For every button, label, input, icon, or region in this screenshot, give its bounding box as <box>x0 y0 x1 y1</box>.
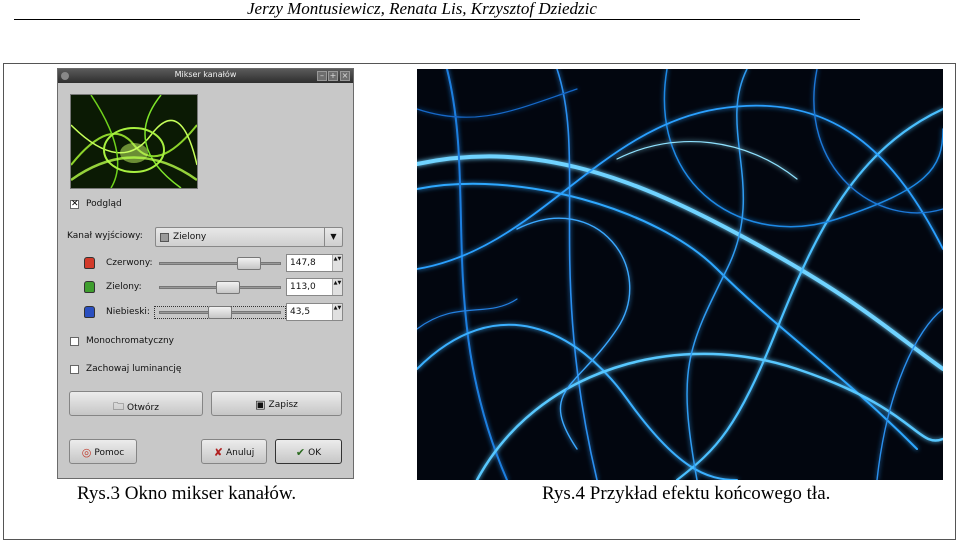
preserve-luminosity-checkbox[interactable] <box>70 365 79 374</box>
green-slider-thumb[interactable] <box>216 281 240 294</box>
floppy-disk-icon: ▣ <box>255 398 266 411</box>
ok-button-label: OK <box>308 448 322 458</box>
green-slider[interactable] <box>159 281 281 294</box>
help-button-label: Pomoc <box>94 448 125 458</box>
open-button[interactable]: 🗀 Otwórz <box>69 391 203 416</box>
channel-mixer-dialog: Mikser kanałów – + × ✕ Podgląd Kanał wyj… <box>57 68 354 479</box>
monochrome-label: Monochromatyczny <box>86 336 174 346</box>
caption-left: Rys.3 Okno mikser kanałów. <box>77 483 297 504</box>
green-spinbox[interactable]: 113,0 ▲▼ <box>286 278 343 296</box>
green-channel-label: Zielony: <box>106 282 142 292</box>
cancel-button-label: Anuluj <box>225 448 255 458</box>
save-button-label: Zapisz <box>268 400 298 410</box>
spin-arrows-icon[interactable]: ▲▼ <box>332 304 342 320</box>
help-button[interactable]: ◎ Pomoc <box>69 439 137 464</box>
red-channel-icon <box>84 257 95 269</box>
output-channel-label: Kanał wyjściowy: <box>67 231 143 241</box>
folder-open-icon: 🗀 <box>113 400 125 413</box>
header-rule <box>14 19 860 20</box>
cancel-button[interactable]: ✘ Anuluj <box>201 439 267 464</box>
blue-channel-label: Niebieski: <box>106 307 150 317</box>
spin-arrows-icon[interactable]: ▲▼ <box>332 255 342 271</box>
chevron-down-icon[interactable]: ▼ <box>324 228 342 246</box>
authors: Jerzy Montusiewicz, Renata Lis, Krzyszto… <box>247 0 597 18</box>
maximize-button[interactable]: + <box>328 71 338 81</box>
red-slider-thumb[interactable] <box>237 257 261 270</box>
monochrome-checkbox[interactable] <box>70 337 79 346</box>
ok-button[interactable]: ✔ OK <box>275 439 342 464</box>
red-channel-label: Czerwony: <box>106 258 153 268</box>
minimize-button[interactable]: – <box>317 71 327 81</box>
check-icon: ✔ <box>295 446 306 459</box>
final-background-image <box>417 69 943 480</box>
close-button[interactable]: × <box>340 71 350 81</box>
preview-image <box>70 94 198 189</box>
caption-right: Rys.4 Przykład efektu końcowego tła. <box>542 483 831 504</box>
blue-slider-thumb[interactable] <box>208 306 232 319</box>
blue-slider[interactable] <box>154 306 286 319</box>
red-value: 147,8 <box>290 258 316 268</box>
blue-channel-icon <box>84 306 95 318</box>
red-spinbox[interactable]: 147,8 ▲▼ <box>286 254 343 272</box>
page-header: Jerzy Montusiewicz, Renata Lis, Krzyszto… <box>0 0 960 20</box>
titlebar[interactable]: Mikser kanałów – + × <box>58 69 353 83</box>
output-channel-value: Zielony <box>173 232 207 242</box>
x-icon: ✘ <box>213 446 223 459</box>
blue-spinbox[interactable]: 43,5 ▲▼ <box>286 303 343 321</box>
save-button[interactable]: ▣ Zapisz <box>211 391 342 416</box>
green-value: 113,0 <box>290 282 316 292</box>
preview-checkbox[interactable]: ✕ <box>70 200 79 209</box>
preserve-luminosity-label: Zachowaj luminancję <box>86 364 182 374</box>
spin-arrows-icon[interactable]: ▲▼ <box>332 279 342 295</box>
open-button-label: Otwórz <box>127 403 159 413</box>
green-channel-icon <box>84 281 95 293</box>
window-title: Mikser kanałów <box>174 70 237 79</box>
blue-value: 43,5 <box>290 307 311 317</box>
preview-label: Podgląd <box>86 199 122 209</box>
output-channel-select[interactable]: Zielony ▼ <box>155 227 343 247</box>
channel-icon <box>160 233 169 242</box>
red-slider[interactable] <box>159 257 281 270</box>
life-ring-icon: ◎ <box>81 446 92 459</box>
